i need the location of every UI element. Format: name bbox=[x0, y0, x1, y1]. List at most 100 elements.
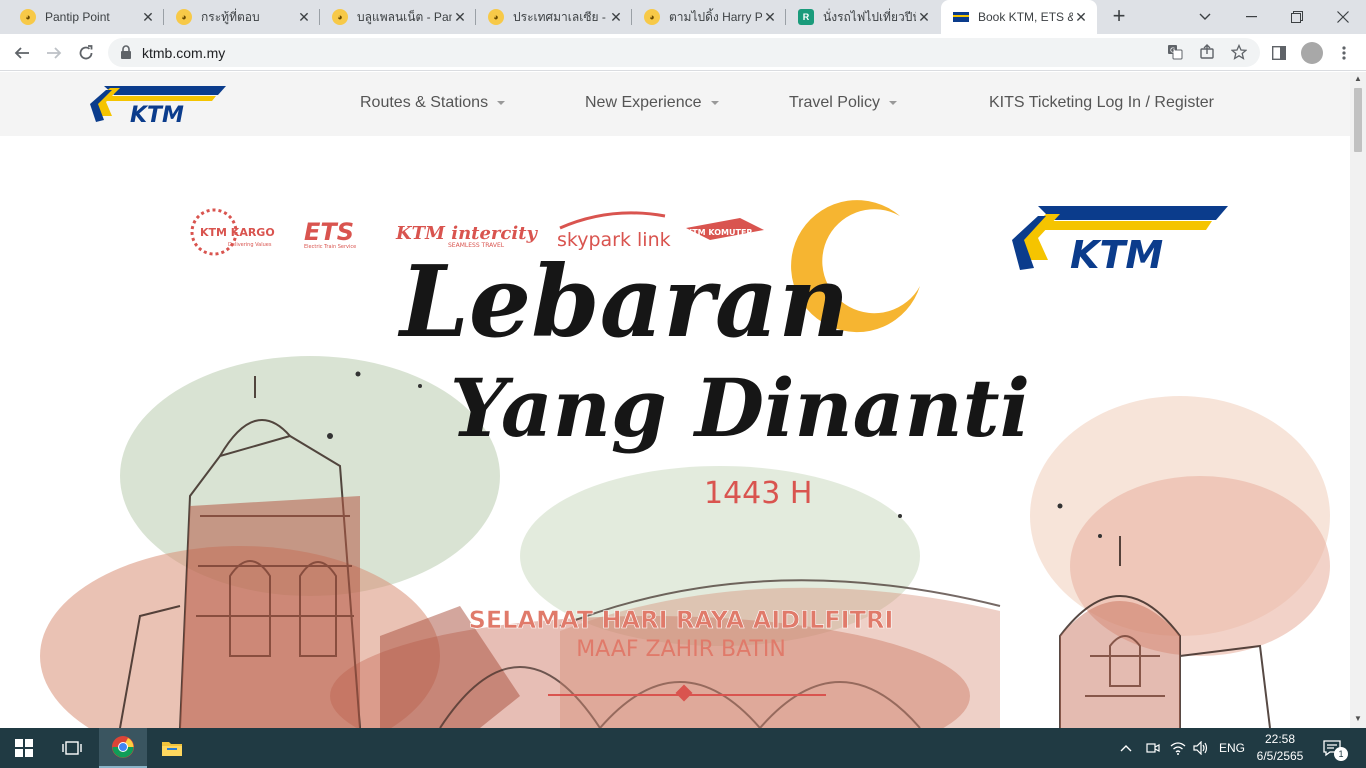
svg-text:G: G bbox=[1170, 47, 1175, 55]
system-clock[interactable]: 22:58 6/5/2565 bbox=[1250, 731, 1310, 765]
blog-favicon-icon: R bbox=[798, 9, 814, 25]
close-icon[interactable]: ✕ bbox=[608, 9, 624, 25]
browser-tab[interactable]: ◕ กระทู้ที่ตอบ ✕ bbox=[164, 0, 320, 34]
pantip-favicon-icon: ◕ bbox=[332, 9, 348, 25]
nav-label: Routes & Stations bbox=[360, 94, 489, 111]
browser-tab[interactable]: ◕ ตามไปดิ้ง Harry Po ✕ bbox=[632, 0, 786, 34]
banner-illustration: KTM KARGO Delivering Values ETS Electric… bbox=[40, 200, 1330, 728]
windows-start-icon[interactable] bbox=[0, 728, 48, 768]
reload-button[interactable] bbox=[73, 40, 99, 66]
clock-date: 6/5/2565 bbox=[1256, 749, 1304, 763]
restore-button[interactable] bbox=[1274, 0, 1320, 34]
browser-toolbar: ktmb.com.my G bbox=[0, 34, 1366, 71]
scroll-down-icon[interactable]: ▼ bbox=[1354, 714, 1362, 723]
close-icon[interactable]: ✕ bbox=[916, 9, 932, 25]
file-explorer-icon[interactable] bbox=[148, 728, 196, 768]
close-icon[interactable]: ✕ bbox=[296, 9, 312, 25]
svg-text:KTM KARGO: KTM KARGO bbox=[200, 226, 275, 239]
share-icon[interactable] bbox=[1198, 44, 1216, 62]
avatar bbox=[1301, 42, 1323, 64]
greeting-line-1: SELAMAT HARI RAYA AIDILFITRI bbox=[469, 606, 894, 634]
tray-chevron-icon[interactable] bbox=[1120, 728, 1136, 768]
tab-title: นั่งรถไฟไปเที่ยวปีนัง bbox=[823, 9, 916, 24]
menu-kebab-icon[interactable] bbox=[1331, 40, 1357, 66]
nav-label: New Experience bbox=[585, 94, 702, 111]
nav-travel-policy[interactable]: Travel Policy bbox=[789, 94, 897, 112]
tab-title: บลูแพลนเน็ต - Pant bbox=[357, 9, 452, 24]
ets-logo: ETS Electric Train Service bbox=[304, 218, 356, 250]
clock-time: 22:58 bbox=[1264, 732, 1296, 746]
nav-label: KITS Ticketing Log In / Register bbox=[989, 94, 1214, 111]
meet-now-icon[interactable] bbox=[1146, 728, 1162, 768]
tab-strip: ◕ Pantip Point ✕ ◕ กระทู้ที่ตอบ ✕ ◕ บลูแ… bbox=[0, 0, 1366, 34]
pantip-favicon-icon: ◕ bbox=[176, 9, 192, 25]
task-view-icon[interactable] bbox=[48, 728, 96, 768]
svg-text:Electric Train Service: Electric Train Service bbox=[304, 244, 356, 250]
ktm-kargo-logo: KTM KARGO Delivering Values bbox=[190, 208, 275, 256]
tab-title: ตามไปดิ้ง Harry Po bbox=[669, 9, 762, 24]
scrollbar-thumb[interactable] bbox=[1354, 88, 1362, 152]
back-button[interactable] bbox=[9, 40, 35, 66]
pantip-favicon-icon: ◕ bbox=[488, 9, 504, 25]
svg-text:KTM KOMUTER: KTM KOMUTER bbox=[686, 228, 753, 237]
language-indicator[interactable]: ENG bbox=[1219, 728, 1245, 768]
tab-title: Book KTM, ETS & bbox=[978, 10, 1073, 24]
hero-banner[interactable]: KTM KARGO Delivering Values ETS Electric… bbox=[0, 136, 1350, 728]
caret-down-icon bbox=[710, 100, 719, 105]
nav-routes-stations[interactable]: Routes & Stations bbox=[360, 94, 506, 112]
svg-text:KTM: KTM bbox=[1070, 233, 1163, 277]
browser-tab[interactable]: ◕ ประเทศมาเลเซีย - P ✕ bbox=[476, 0, 632, 34]
browser-tab[interactable]: ◕ บลูแพลนเน็ต - Pant ✕ bbox=[320, 0, 476, 34]
svg-text:Delivering Values: Delivering Values bbox=[228, 242, 272, 248]
minimize-button[interactable] bbox=[1228, 0, 1274, 34]
notification-center-icon[interactable]: 1 bbox=[1322, 728, 1352, 768]
notification-count-badge: 1 bbox=[1334, 747, 1348, 761]
browser-tab-active[interactable]: Book KTM, ETS & ✕ bbox=[941, 0, 1097, 34]
tab-title: ประเทศมาเลเซีย - P bbox=[513, 9, 608, 24]
nav-kits-login[interactable]: KITS Ticketing Log In / Register bbox=[989, 94, 1214, 112]
translate-icon[interactable]: G bbox=[1166, 44, 1184, 62]
svg-text:ETS: ETS bbox=[304, 218, 354, 246]
ktm-komuter-logo: KTM KOMUTER bbox=[686, 218, 764, 240]
close-window-button[interactable] bbox=[1320, 0, 1366, 34]
headline-yang-dinanti: Yang Dinanti bbox=[450, 361, 1030, 455]
new-tab-button[interactable]: + bbox=[1107, 5, 1131, 29]
windows-taskbar: ENG 22:58 6/5/2565 1 bbox=[0, 728, 1366, 768]
scroll-up-icon[interactable]: ▲ bbox=[1354, 74, 1362, 83]
caret-down-icon bbox=[497, 100, 506, 105]
wifi-icon[interactable] bbox=[1170, 728, 1188, 768]
close-icon[interactable]: ✕ bbox=[762, 9, 778, 25]
svg-text:KTM intercity: KTM intercity bbox=[395, 223, 539, 244]
year-text: 1443 H bbox=[704, 476, 812, 511]
browser-tab[interactable]: ◕ Pantip Point ✕ bbox=[0, 0, 164, 34]
page-scrollbar[interactable]: ▲ ▼ bbox=[1350, 72, 1366, 728]
bookmark-star-icon[interactable] bbox=[1230, 43, 1248, 62]
address-bar[interactable]: ktmb.com.my G bbox=[108, 38, 1260, 67]
tab-search-icon[interactable] bbox=[1182, 0, 1228, 34]
volume-icon[interactable] bbox=[1193, 728, 1211, 768]
chrome-taskbar-icon[interactable] bbox=[99, 728, 147, 768]
nav-label: Travel Policy bbox=[789, 94, 880, 111]
close-icon[interactable]: ✕ bbox=[140, 9, 156, 25]
lock-icon[interactable] bbox=[120, 45, 132, 59]
pantip-favicon-icon: ◕ bbox=[644, 9, 660, 25]
pantip-favicon-icon: ◕ bbox=[20, 9, 36, 25]
forward-button[interactable] bbox=[41, 40, 67, 66]
page-viewport: KTM Routes & Stations New Experience Tra… bbox=[0, 72, 1350, 728]
nav-new-experience[interactable]: New Experience bbox=[585, 94, 719, 112]
ktm-logo-text: KTM bbox=[130, 103, 184, 126]
close-icon[interactable]: ✕ bbox=[1073, 9, 1089, 25]
tab-title: กระทู้ที่ตอบ bbox=[201, 9, 260, 24]
ktm-logo[interactable]: KTM bbox=[90, 82, 228, 128]
ktm-brand-logo: KTM bbox=[1012, 206, 1228, 277]
headline-lebaran: Lebaran bbox=[397, 245, 850, 360]
greeting-line-2: MAAF ZAHIR BATIN bbox=[576, 637, 786, 662]
site-navbar: KTM Routes & Stations New Experience Tra… bbox=[0, 72, 1350, 136]
browser-tab[interactable]: R นั่งรถไฟไปเที่ยวปีนัง ✕ bbox=[786, 0, 940, 34]
url-text[interactable]: ktmb.com.my bbox=[142, 45, 225, 61]
tab-title: Pantip Point bbox=[45, 10, 110, 24]
close-icon[interactable]: ✕ bbox=[452, 9, 468, 25]
side-panel-icon[interactable] bbox=[1266, 40, 1292, 66]
ktm-favicon-icon bbox=[953, 9, 969, 25]
profile-avatar[interactable] bbox=[1299, 40, 1325, 66]
